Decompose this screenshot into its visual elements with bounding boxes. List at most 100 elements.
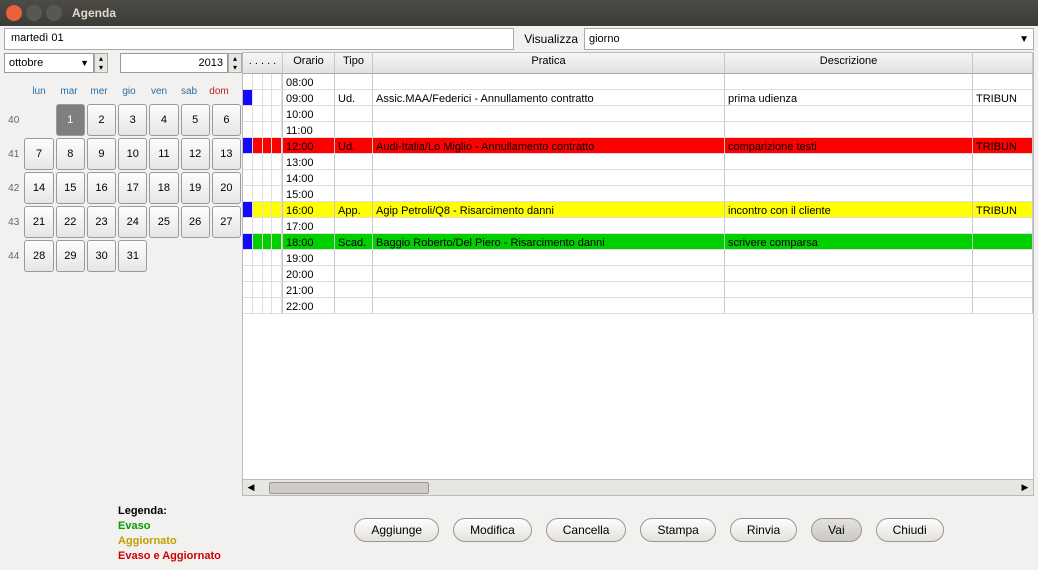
table-row[interactable]: 09:00Ud.Assic.MAA/Federici - Annullament… xyxy=(243,90,1033,106)
cell-tipo: Scad. xyxy=(335,234,373,250)
chevron-down-icon: ▼ xyxy=(80,58,89,68)
grid-header-orario[interactable]: Orario xyxy=(283,53,335,73)
modifica-button[interactable]: Modifica xyxy=(453,518,532,542)
day-cell[interactable]: 26 xyxy=(181,206,210,238)
legend-title: Legenda: xyxy=(118,504,268,519)
table-row[interactable]: 21:00 xyxy=(243,282,1033,298)
cell-descrizione: scrivere comparsa xyxy=(725,234,973,250)
view-label: Visualizza xyxy=(518,32,584,46)
dow-lun: lun xyxy=(24,80,54,103)
cell-orario: 09:00 xyxy=(283,90,335,106)
week-number: 40 xyxy=(4,115,23,126)
cell-descrizione xyxy=(725,218,973,234)
table-row[interactable]: 14:00 xyxy=(243,170,1033,186)
chiudi-button[interactable]: Chiudi xyxy=(876,518,944,542)
table-row[interactable]: 18:00Scad.Baggio Roberto/Del Piero - Ris… xyxy=(243,234,1033,250)
day-cell[interactable]: 19 xyxy=(181,172,210,204)
cell-pratica xyxy=(373,106,725,122)
cell-orario: 20:00 xyxy=(283,266,335,282)
date-display-field[interactable]: martedì 01 xyxy=(4,28,514,50)
cell-extra xyxy=(973,298,1033,314)
year-spinner[interactable]: ▴▾ xyxy=(228,53,242,73)
day-cell[interactable]: 17 xyxy=(118,172,147,204)
cell-tipo xyxy=(335,266,373,282)
cell-orario: 21:00 xyxy=(283,282,335,298)
day-cell[interactable]: 27 xyxy=(212,206,241,238)
table-row[interactable]: 16:00App.Agip Petroli/Q8 - Risarcimento … xyxy=(243,202,1033,218)
day-cell[interactable]: 6 xyxy=(212,104,241,136)
day-cell[interactable]: 12 xyxy=(181,138,210,170)
week-number: 42 xyxy=(4,183,23,194)
cell-orario: 12:00 xyxy=(283,138,335,154)
table-row[interactable]: 13:00 xyxy=(243,154,1033,170)
day-cell[interactable]: 11 xyxy=(149,138,178,170)
table-row[interactable]: 12:00Ud.Audi-Italia/Lo Miglio - Annullam… xyxy=(243,138,1033,154)
day-cell[interactable]: 30 xyxy=(87,240,116,272)
day-cell[interactable]: 31 xyxy=(118,240,147,272)
day-cell[interactable]: 15 xyxy=(56,172,85,204)
cell-pratica: Agip Petroli/Q8 - Risarcimento danni xyxy=(373,202,725,218)
cell-orario: 10:00 xyxy=(283,106,335,122)
cell-pratica: Audi-Italia/Lo Miglio - Annullamento con… xyxy=(373,138,725,154)
table-row[interactable]: 08:00 xyxy=(243,74,1033,90)
cell-tipo: Ud. xyxy=(335,90,373,106)
vai-button[interactable]: Vai xyxy=(811,518,861,542)
scrollbar-thumb[interactable] xyxy=(269,482,429,494)
day-cell[interactable]: 10 xyxy=(118,138,147,170)
cell-descrizione xyxy=(725,186,973,202)
day-cell[interactable]: 29 xyxy=(56,240,85,272)
horizontal-scrollbar[interactable]: ◀ ▶ xyxy=(243,479,1033,495)
scroll-left-icon[interactable]: ◀ xyxy=(243,482,259,493)
cell-tipo xyxy=(335,106,373,122)
day-cell[interactable]: 2 xyxy=(87,104,116,136)
table-row[interactable]: 22:00 xyxy=(243,298,1033,314)
scroll-right-icon[interactable]: ▶ xyxy=(1017,482,1033,493)
day-cell[interactable]: 3 xyxy=(118,104,147,136)
grid-header-pratica[interactable]: Pratica xyxy=(373,53,725,73)
day-cell[interactable]: 20 xyxy=(212,172,241,204)
maximize-window-icon[interactable] xyxy=(46,5,62,21)
close-window-icon[interactable] xyxy=(6,5,22,21)
day-cell[interactable]: 25 xyxy=(149,206,178,238)
cell-descrizione xyxy=(725,154,973,170)
stampa-button[interactable]: Stampa xyxy=(640,518,715,542)
cell-pratica: Baggio Roberto/Del Piero - Risarcimento … xyxy=(373,234,725,250)
month-select[interactable]: ottobre ▼ xyxy=(4,53,94,73)
table-row[interactable]: 20:00 xyxy=(243,266,1033,282)
day-cell[interactable]: 8 xyxy=(56,138,85,170)
day-cell[interactable]: 28 xyxy=(24,240,53,272)
cell-descrizione: incontro con il cliente xyxy=(725,202,973,218)
day-cell[interactable]: 23 xyxy=(87,206,116,238)
day-cell[interactable]: 13 xyxy=(212,138,241,170)
table-row[interactable]: 17:00 xyxy=(243,218,1033,234)
table-row[interactable]: 19:00 xyxy=(243,250,1033,266)
table-row[interactable]: 10:00 xyxy=(243,106,1033,122)
day-cell[interactable]: 9 xyxy=(87,138,116,170)
year-input[interactable]: 2013 xyxy=(120,53,228,73)
cell-extra: TRIBUN xyxy=(973,202,1033,218)
day-cell[interactable]: 18 xyxy=(149,172,178,204)
day-cell[interactable]: 7 xyxy=(24,138,53,170)
week-number: 43 xyxy=(4,217,23,228)
day-cell[interactable]: 1 xyxy=(56,104,85,136)
day-cell[interactable]: 14 xyxy=(24,172,53,204)
day-cell[interactable]: 24 xyxy=(118,206,147,238)
aggiunge-button[interactable]: Aggiunge xyxy=(354,518,439,542)
grid-header-descrizione[interactable]: Descrizione xyxy=(725,53,973,73)
table-row[interactable]: 15:00 xyxy=(243,186,1033,202)
cancella-button[interactable]: Cancella xyxy=(546,518,627,542)
day-cell[interactable]: 16 xyxy=(87,172,116,204)
month-spinner[interactable]: ▴▾ xyxy=(94,53,108,73)
day-cell[interactable]: 4 xyxy=(149,104,178,136)
cell-descrizione xyxy=(725,170,973,186)
minimize-window-icon[interactable] xyxy=(26,5,42,21)
rinvia-button[interactable]: Rinvia xyxy=(730,518,797,542)
view-mode-select[interactable]: giorno ▼ xyxy=(584,28,1034,50)
day-cell[interactable]: 21 xyxy=(24,206,53,238)
day-cell[interactable]: 22 xyxy=(56,206,85,238)
cell-orario: 15:00 xyxy=(283,186,335,202)
day-cell[interactable]: 5 xyxy=(181,104,210,136)
table-row[interactable]: 11:00 xyxy=(243,122,1033,138)
cell-tipo xyxy=(335,218,373,234)
grid-header-tipo[interactable]: Tipo xyxy=(335,53,373,73)
